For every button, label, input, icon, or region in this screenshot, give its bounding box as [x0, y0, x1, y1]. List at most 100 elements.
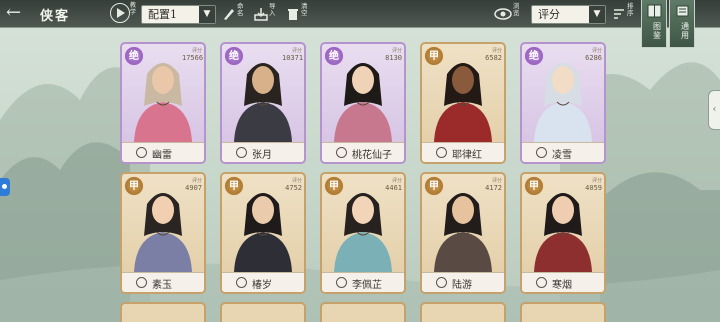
- rename-button[interactable]: 命名: [221, 3, 247, 24]
- hero-card[interactable]: 甲 评分 4461 李佩芷: [320, 172, 406, 294]
- config-select-value: 配置1: [148, 8, 177, 21]
- hero-name: 素玉: [152, 280, 172, 291]
- grade-badge: 甲: [324, 176, 344, 196]
- hero-card[interactable]: 甲 评分 4752 椿岁: [220, 172, 306, 294]
- power-value: 6286: [585, 54, 602, 62]
- tab-general-label: 通用: [681, 22, 689, 40]
- import-label: 导入: [269, 2, 276, 17]
- sect-icon: [136, 277, 147, 288]
- grade-badge: 甲: [224, 176, 244, 196]
- power-score: 评分 4907: [182, 178, 202, 192]
- sect-icon: [336, 147, 347, 158]
- sort-select[interactable]: 评分 ▼: [531, 5, 606, 24]
- power-score: 评分 17566: [182, 48, 203, 62]
- power-value: 6582: [485, 54, 502, 62]
- hero-card[interactable]: 绝 评分 10371 张月: [220, 42, 306, 164]
- hero-name: 李佩芷: [352, 280, 382, 291]
- grade-badge: 甲: [424, 46, 444, 66]
- top-bar: ← 侠客 教学 配置1 ▼ 命名 导入 清空 浏览 评分 ▼ 排序: [0, 0, 720, 28]
- power-value: 4461: [385, 184, 402, 192]
- power-value: 4907: [185, 184, 202, 192]
- hero-name-bar: 幽雷: [122, 142, 204, 162]
- book-icon: [647, 4, 662, 18]
- scroll-icon: [676, 5, 689, 17]
- hero-name: 桃花仙子: [352, 150, 392, 161]
- grade-badge: 甲: [524, 176, 544, 196]
- hero-name: 椿岁: [252, 280, 272, 291]
- brush-icon: [224, 9, 234, 20]
- sort-order-button[interactable]: 排序: [611, 3, 637, 24]
- sort-order-icon: [614, 9, 624, 19]
- tab-atlas[interactable]: 图鉴: [641, 0, 667, 48]
- chevron-down-icon: ▼: [589, 6, 605, 23]
- grade-badge: 绝: [524, 46, 544, 66]
- hero-card-partial[interactable]: [420, 302, 506, 322]
- power-value: 8130: [385, 54, 402, 62]
- grade-badge: 绝: [324, 46, 344, 66]
- grade-badge: 绝: [124, 46, 144, 66]
- tab-atlas-label: 图鉴: [653, 22, 661, 40]
- power-score: 评分 6582: [482, 48, 502, 62]
- grade-badge: 甲: [424, 176, 444, 196]
- clear-label: 清空: [301, 2, 308, 17]
- hero-name: 耶律红: [452, 150, 482, 161]
- sect-icon: [536, 277, 547, 288]
- grade-badge: 绝: [224, 46, 244, 66]
- power-score: 评分 4059: [582, 178, 602, 192]
- hero-name-bar: 李佩芷: [322, 272, 404, 292]
- hero-card-partial[interactable]: [520, 302, 606, 322]
- hero-name: 寒烟: [552, 280, 572, 291]
- tab-general[interactable]: 通用: [669, 0, 695, 48]
- power-score: 评分 10371: [282, 48, 304, 62]
- hero-card[interactable]: 绝 评分 17566 幽雷: [120, 42, 206, 164]
- power-score: 评分 8130: [382, 48, 402, 62]
- clear-button[interactable]: 清空: [285, 2, 311, 24]
- tutorial-label: 教学: [130, 2, 137, 16]
- power-score: 评分 4461: [382, 178, 402, 192]
- hero-card[interactable]: 甲 评分 6582 耶律红: [420, 42, 506, 164]
- hero-name-bar: 桃花仙子: [322, 142, 404, 162]
- tutorial-play-icon[interactable]: [110, 3, 130, 23]
- hero-name-bar: 寒烟: [522, 272, 604, 292]
- import-icon: [254, 8, 268, 21]
- floating-assist-button[interactable]: [0, 178, 10, 196]
- import-button[interactable]: 导入: [253, 2, 279, 24]
- hero-name: 凌雪: [552, 150, 572, 161]
- sect-icon: [336, 277, 347, 288]
- power-score: 评分 6286: [582, 48, 602, 62]
- hero-card[interactable]: 甲 评分 4172 陆游: [420, 172, 506, 294]
- sect-icon: [436, 277, 447, 288]
- sect-icon: [236, 277, 247, 288]
- hero-name: 幽雷: [152, 150, 172, 161]
- config-select[interactable]: 配置1 ▼: [141, 5, 216, 24]
- sect-icon: [436, 147, 447, 158]
- power-score: 评分 4172: [482, 178, 502, 192]
- trash-icon: [288, 9, 298, 20]
- eye-icon: [494, 8, 512, 20]
- hero-name-bar: 耶律红: [422, 142, 504, 162]
- hero-card[interactable]: 绝 评分 8130 桃花仙子: [320, 42, 406, 164]
- hero-card-partial[interactable]: [320, 302, 406, 322]
- sect-icon: [236, 147, 247, 158]
- hero-name-bar: 椿岁: [222, 272, 304, 292]
- power-value: 4172: [485, 184, 502, 192]
- power-value: 4752: [285, 184, 302, 192]
- hero-card[interactable]: 甲 评分 4907 素玉: [120, 172, 206, 294]
- hero-name-bar: 陆游: [422, 272, 504, 292]
- back-arrow-icon[interactable]: ←: [6, 4, 30, 24]
- hero-card-partial[interactable]: [220, 302, 306, 322]
- side-drawer-handle[interactable]: ‹: [708, 90, 720, 130]
- hero-card[interactable]: 甲 评分 4059 寒烟: [520, 172, 606, 294]
- hero-name-bar: 张月: [222, 142, 304, 162]
- hero-name: 陆游: [452, 280, 472, 291]
- sect-icon: [536, 147, 547, 158]
- sort-select-value: 评分: [538, 8, 560, 21]
- hero-card[interactable]: 绝 评分 6286 凌雪: [520, 42, 606, 164]
- hero-card-partial[interactable]: [120, 302, 206, 322]
- hero-name: 张月: [252, 150, 272, 161]
- power-value: 10371: [282, 54, 304, 62]
- browse-button[interactable]: 浏览: [494, 3, 522, 24]
- power-value: 4059: [585, 184, 602, 192]
- grade-badge: 甲: [124, 176, 144, 196]
- chevron-down-icon: ▼: [199, 6, 215, 23]
